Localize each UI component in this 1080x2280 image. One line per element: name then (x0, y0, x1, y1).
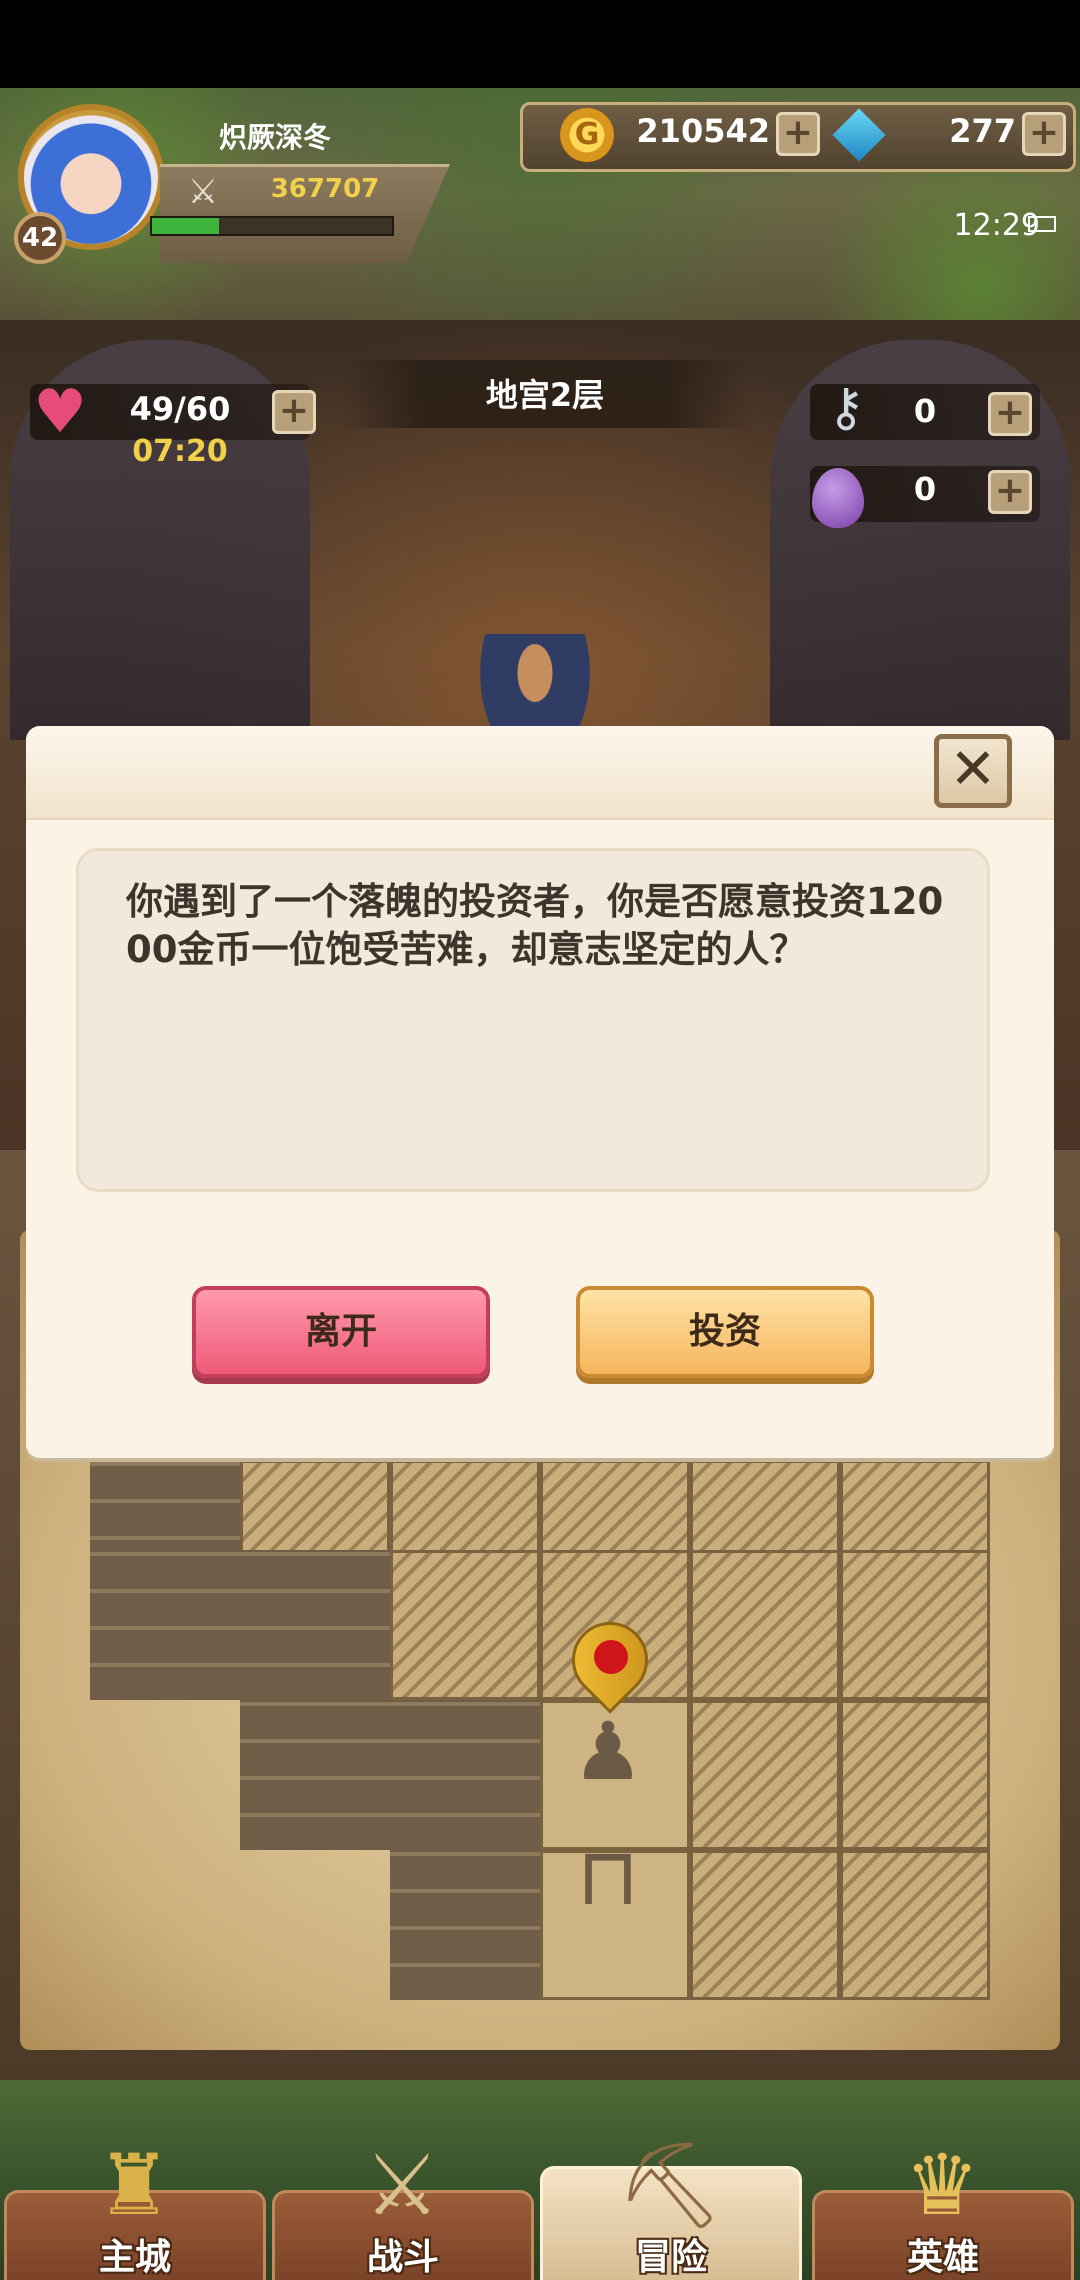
add-keys-button[interactable]: + (988, 392, 1032, 436)
player-name: 炽厥深冬 (218, 121, 331, 154)
map-cell-wall (390, 1700, 540, 1850)
map-cell-unexplored[interactable] (690, 1700, 840, 1850)
map-cell-wall (240, 1550, 390, 1700)
stamina-timer: 07:20 (132, 434, 228, 469)
location-pin-icon (556, 1606, 664, 1722)
tab-heroes-label: 英雄 (906, 2237, 979, 2278)
heart-icon: ♥ (33, 377, 87, 447)
add-gold-button[interactable]: + (776, 112, 820, 156)
exp-bar (150, 216, 394, 236)
hero-helmet-icon: ♛ (904, 2136, 980, 2234)
keys-value: 0 (913, 392, 937, 430)
map-scroll-icon: ⛏ (616, 2136, 724, 2234)
map-cell-wall (390, 1850, 540, 2000)
tab-adventure-label: 冒险 (634, 2237, 707, 2278)
pin-dot (594, 1640, 628, 1674)
tab-battle-label: 战斗 (366, 2237, 439, 2278)
combat-power-value: 367707 (270, 174, 380, 204)
crossed-swords-power-icon: ⚔ (187, 172, 219, 212)
top-header: 42 炽厥深冬 ⚔ 367707 G 210542 + 277 + 12:29 (0, 88, 1080, 320)
gold-value: 210542 (636, 112, 770, 150)
purple-egg-icon (812, 468, 864, 528)
map-cell-unexplored[interactable] (840, 1850, 990, 2000)
battery-icon (1028, 216, 1056, 232)
clock: 12:29 (953, 208, 1040, 243)
map-cell-wall (240, 1700, 390, 1850)
invest-button[interactable]: 投资 (576, 1286, 874, 1378)
eggs-value: 0 (913, 470, 937, 508)
map-cell-wall (90, 1550, 240, 1700)
map-cell-unexplored[interactable] (390, 1550, 540, 1700)
status-bar-area (0, 0, 1080, 88)
map-cell-unexplored[interactable] (690, 1550, 840, 1700)
map-cell-unexplored[interactable] (840, 1700, 990, 1850)
castle-icon: ♜ (96, 2136, 172, 2234)
tab-main-city-label: 主城 (98, 2237, 171, 2278)
altar-icon: ⊓ (576, 1830, 640, 1923)
exp-bar-fill (152, 218, 220, 234)
floor-title: 地宫2层 (485, 376, 605, 414)
dialog-header (26, 726, 1054, 820)
gold-coin-icon: G (560, 108, 614, 162)
close-button[interactable]: ✕ (934, 734, 1012, 808)
event-message: 你遇到了一个落魄的投资者，你是否愿意投资12000金币一位饱受苦难，却意志坚定的… (126, 880, 944, 971)
player-level-badge: 42 (14, 212, 66, 264)
map-grid (90, 1460, 990, 2000)
map-cell-unexplored[interactable] (690, 1850, 840, 2000)
add-stamina-button[interactable]: + (272, 390, 316, 434)
leave-button[interactable]: 离开 (192, 1286, 490, 1378)
gem-value: 277 (949, 112, 1016, 150)
stamina-value: 49/60 (129, 390, 231, 428)
add-gems-button[interactable]: + (1022, 112, 1066, 156)
map-cell-unexplored[interactable] (840, 1550, 990, 1700)
crossed-swords-icon: ⚔ (364, 2136, 440, 2234)
add-eggs-button[interactable]: + (988, 470, 1032, 514)
map-cell-empty (90, 1700, 240, 1850)
key-icon: ⚷ (826, 378, 866, 438)
